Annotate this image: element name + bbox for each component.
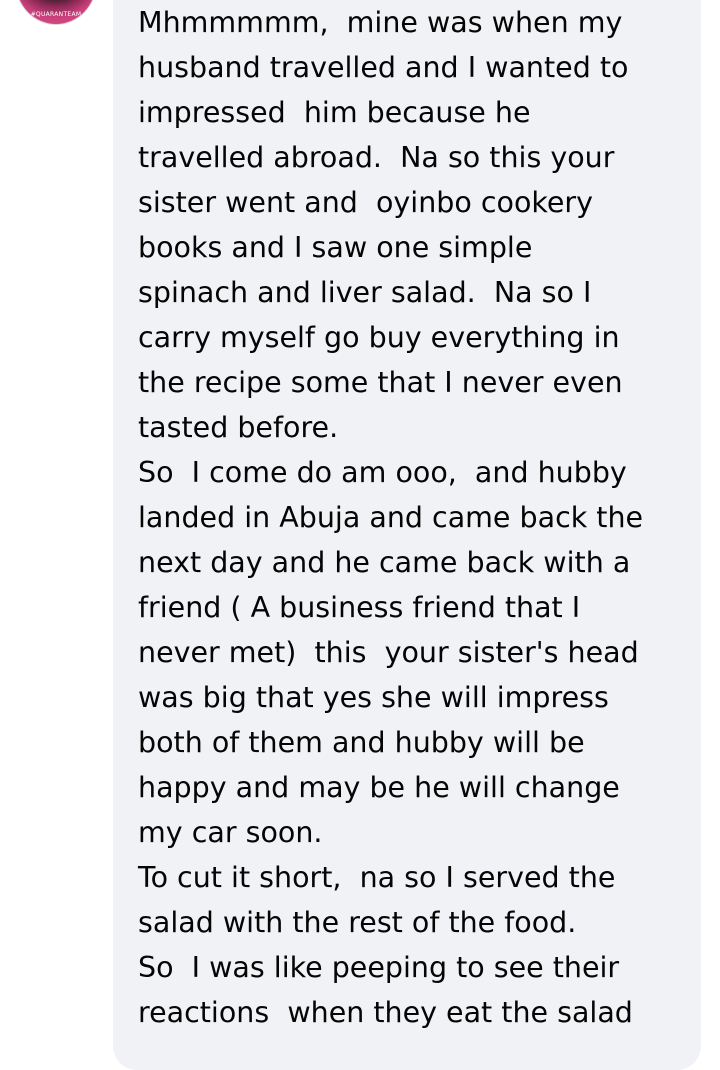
comment-text: Mhmmmmm, mine was when my husband travel… [138,6,644,1029]
avatar-badge-text: #QUARANTEAM [30,11,82,18]
avatar[interactable]: #QUARANTEAM [16,0,96,24]
